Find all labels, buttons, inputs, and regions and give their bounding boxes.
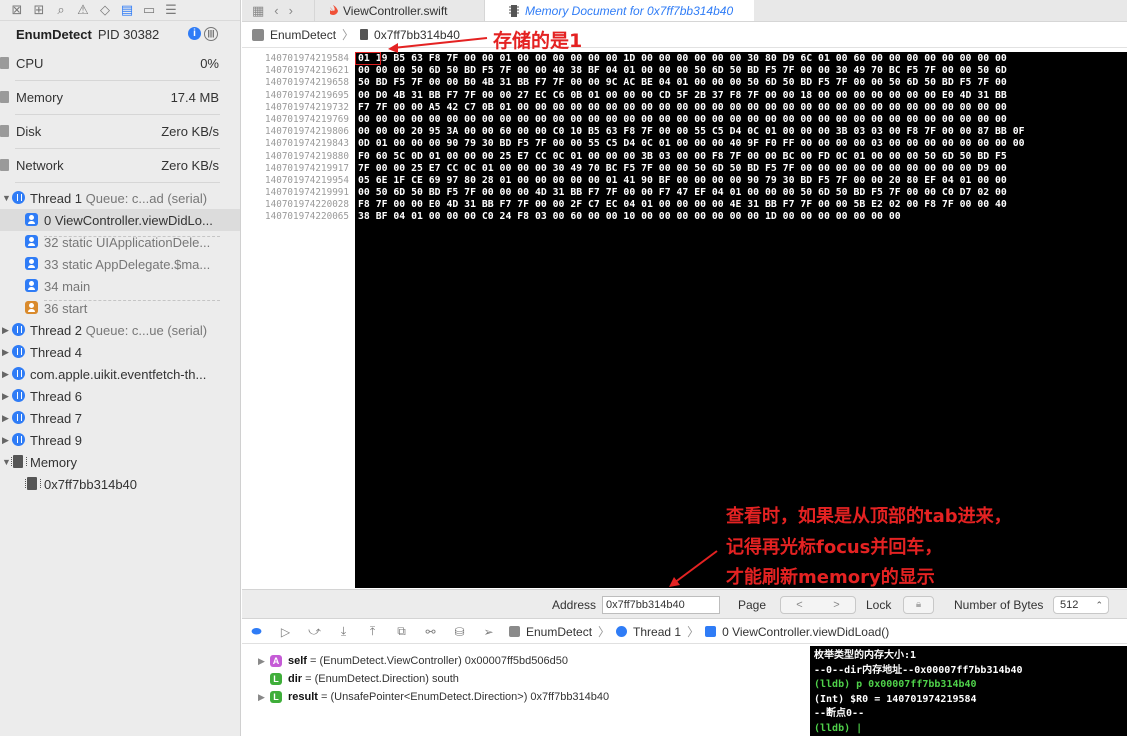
annotation-stored-value: 存储的是1 <box>493 30 583 52</box>
arrow-line <box>392 37 488 49</box>
annotation-note-line: 才能刷新memory的显示 <box>726 567 935 588</box>
arrow-head <box>669 577 680 587</box>
arrow-head <box>388 43 398 53</box>
annotation-arrows <box>388 37 718 587</box>
xcode-window: ⊠ ⊞ ⌕ ⚠ ◇ ▤ ▭ ☰ EnumDetect PID 30382 i |… <box>0 0 1127 736</box>
annotation-note-line: 记得再光标focus并回车， <box>726 537 943 558</box>
annotation-note-line: 查看时，如果是从顶部的tab进来， <box>726 506 1012 527</box>
arrow-line <box>673 550 718 584</box>
